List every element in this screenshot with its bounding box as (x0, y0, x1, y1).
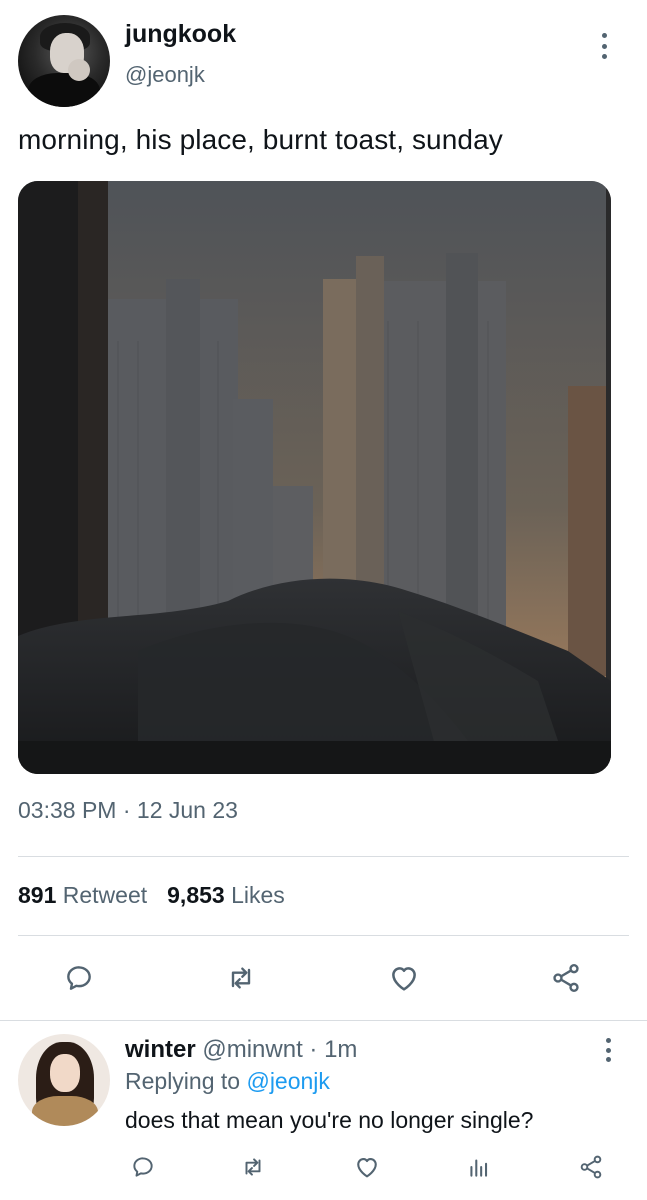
replying-to-line: Replying to @jeonjk (125, 1068, 330, 1095)
reply-display-name[interactable]: winter (125, 1036, 196, 1063)
retweet-icon (231, 967, 251, 989)
avatar-body (32, 1096, 98, 1126)
avatar-body (28, 73, 100, 107)
reply-tweet[interactable]: winter @minwnt · 1m Replying to @jeonjk … (0, 1022, 647, 1200)
likes-label: Likes (231, 882, 285, 908)
retweet-count: 891 (18, 882, 57, 908)
share-button[interactable] (546, 958, 586, 998)
reply-separator: · (302, 1036, 325, 1063)
more-vertical-icon[interactable] (594, 33, 614, 59)
reply-text: does that mean you're no longer single? (125, 1107, 534, 1133)
likes-stat[interactable]: 9,853 Likes (167, 882, 285, 908)
heart-icon (357, 1158, 377, 1178)
dot (605, 1047, 611, 1053)
retweet-button[interactable] (221, 958, 261, 998)
reply-retweet-button[interactable] (236, 1150, 270, 1184)
reply-header: winter @minwnt · 1m (125, 1036, 357, 1064)
author-display-name[interactable]: jungkook (125, 20, 236, 49)
dot (601, 43, 607, 49)
reply-author-avatar[interactable] (18, 1034, 110, 1126)
tweet-stats: 891 Retweet 9,853 Likes (18, 882, 285, 909)
avatar-face (50, 1054, 80, 1092)
dot (605, 1057, 611, 1062)
reply-analytics-button[interactable] (462, 1150, 496, 1184)
like-button[interactable] (384, 958, 424, 998)
tweet-photo[interactable] (18, 181, 611, 774)
more-vertical-icon[interactable] (601, 1038, 615, 1062)
divider (0, 1020, 647, 1021)
retweet-icon (245, 1158, 261, 1176)
share-icon (580, 1155, 602, 1179)
heart-icon (392, 967, 416, 991)
reply-reply-button[interactable] (126, 1150, 160, 1184)
bedroom-city-view-image (18, 181, 611, 774)
divider (18, 856, 629, 857)
reply-like-button[interactable] (350, 1150, 384, 1184)
author-avatar[interactable] (18, 15, 110, 107)
share-icon (553, 964, 579, 992)
reply-handle[interactable]: @minwnt (202, 1036, 302, 1063)
tweet-time: 03:38 PM (18, 797, 117, 823)
analytics-icon (470, 1159, 488, 1177)
reply-button[interactable] (59, 958, 99, 998)
reply-icon (133, 1157, 153, 1177)
author-handle[interactable]: @jeonjk (125, 62, 205, 88)
tweet-date: 12 Jun 23 (136, 797, 238, 823)
dot (601, 54, 607, 59)
retweet-stat[interactable]: 891 Retweet (18, 882, 147, 908)
reply-age: 1m (324, 1036, 358, 1063)
date-separator: · (116, 797, 137, 823)
tweet-timestamp[interactable]: 03:38 PM · 12 Jun 23 (18, 797, 238, 824)
reply-share-button[interactable] (574, 1150, 608, 1184)
replying-label: Replying to (125, 1068, 241, 1094)
reply-icon (67, 966, 91, 990)
tweet-text: morning, his place, burnt toast, sunday (18, 124, 503, 155)
replying-mention-link[interactable]: @jeonjk (246, 1068, 329, 1094)
avatar-hand (68, 59, 90, 81)
dot (601, 33, 607, 38)
dot (605, 1038, 611, 1043)
likes-count: 9,853 (167, 882, 225, 908)
divider (18, 935, 629, 936)
retweet-label: Retweet (62, 882, 148, 908)
